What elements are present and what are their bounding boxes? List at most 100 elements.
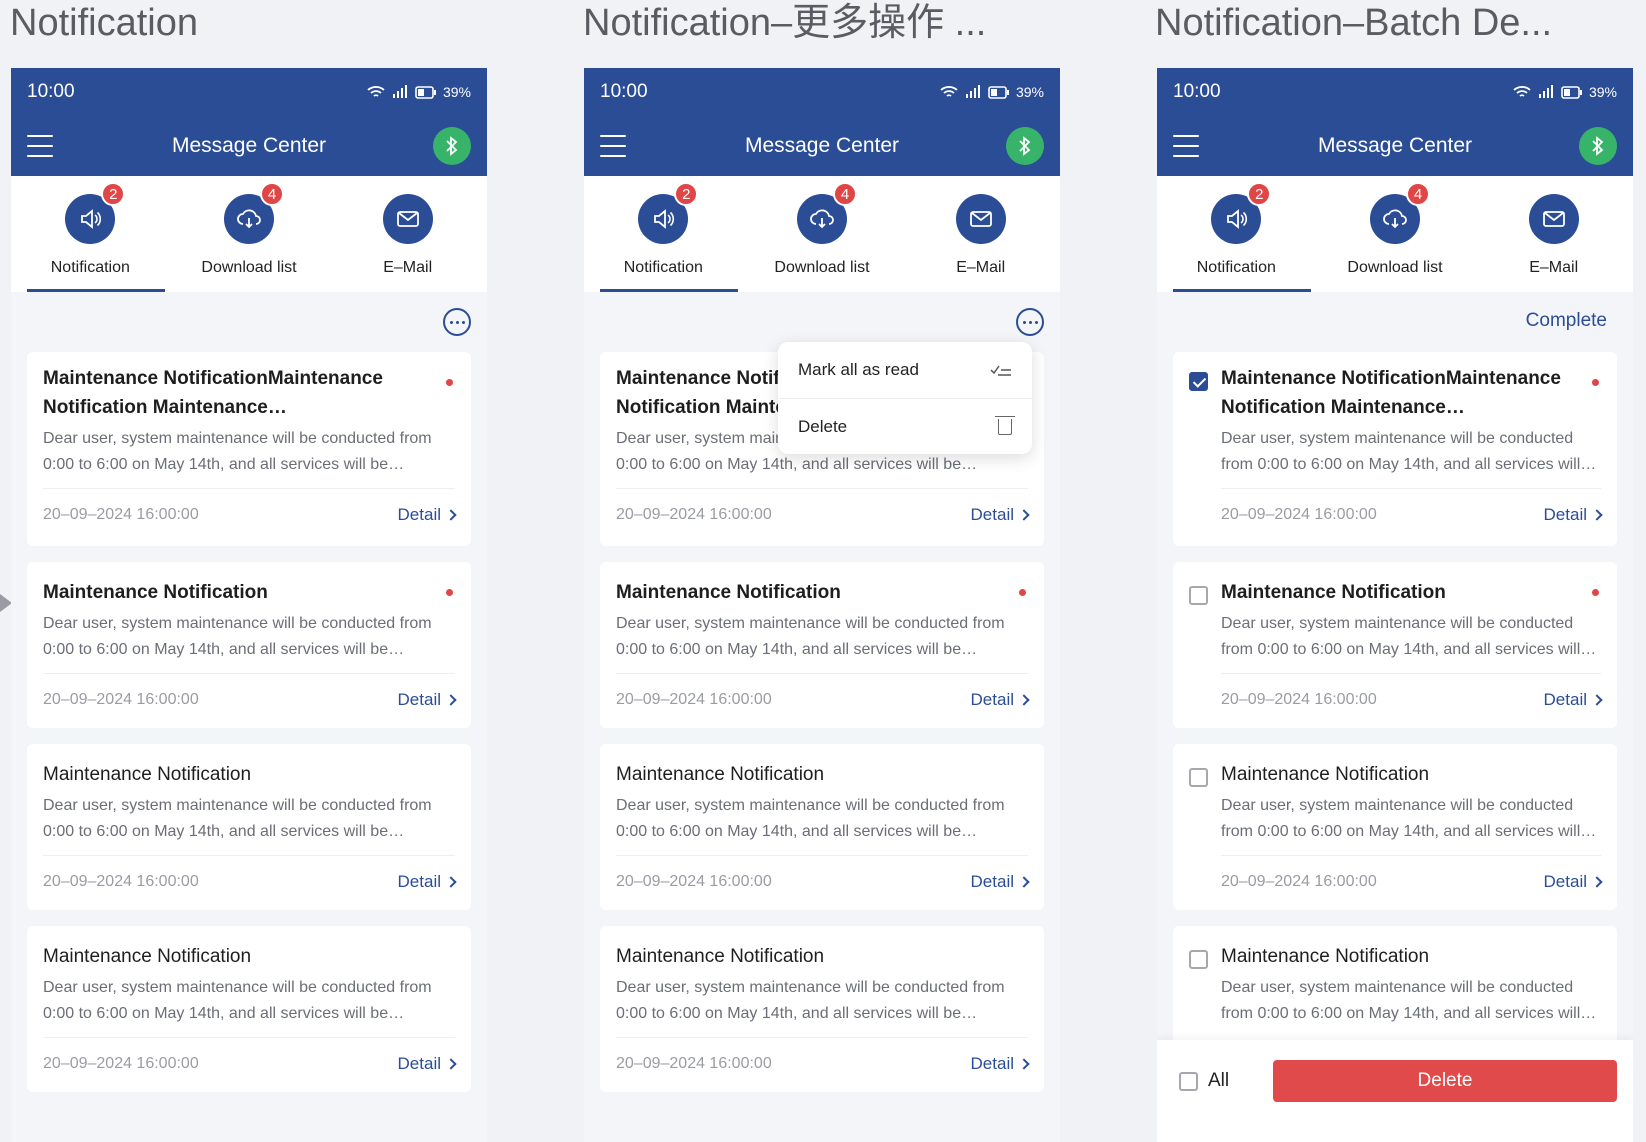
- detail-link[interactable]: Detail: [1543, 505, 1603, 525]
- card-time: 20–09–2024 16:00:00: [616, 691, 772, 708]
- status-time: 10:00: [600, 81, 648, 102]
- detail-link[interactable]: Detail: [971, 872, 1030, 892]
- chevron-right-icon: [445, 876, 457, 888]
- more-options-icon[interactable]: [1016, 308, 1044, 336]
- select-all[interactable]: All: [1179, 1070, 1229, 1092]
- page-title: Message Center: [171, 134, 327, 157]
- bluetooth-icon[interactable]: [1579, 127, 1617, 165]
- screen-label: Notification–更多操作 ...: [583, 2, 987, 44]
- download-badge: 4: [833, 182, 857, 206]
- select-checkbox[interactable]: [1189, 372, 1208, 391]
- select-checkbox[interactable]: [1189, 768, 1208, 787]
- detail-link[interactable]: Detail: [1544, 872, 1603, 892]
- tab-notification[interactable]: 2 Notification: [1157, 176, 1316, 292]
- card-time: 20–09–2024 16:00:00: [616, 873, 772, 890]
- battery-percent: 39%: [442, 84, 471, 100]
- hamburger-icon[interactable]: [1173, 135, 1199, 157]
- detail-link[interactable]: Detail: [397, 505, 457, 525]
- chevron-right-icon: [445, 1058, 457, 1070]
- cloud-download-icon: 4: [1370, 182, 1430, 244]
- status-bar: 10:00 39%: [584, 68, 1060, 116]
- card-body: Dear user, system maintenance will be co…: [1221, 615, 1581, 658]
- select-checkbox[interactable]: [1189, 950, 1208, 969]
- mail-icon: [382, 194, 433, 244]
- tab-email[interactable]: E–Mail: [1474, 176, 1633, 292]
- phone-screen-notification: 10:00 39% Message Center 2 Notification …: [11, 68, 487, 1142]
- tab-notification[interactable]: 2 Notification: [11, 176, 170, 292]
- card-footer: 20–09–2024 16:00:00 Detail: [43, 674, 457, 726]
- tab-bar: 2 Notification 4 Download list E–Mail: [11, 176, 487, 292]
- signal-icon: [965, 85, 980, 98]
- mark-all-read-item[interactable]: Mark all as read: [778, 342, 1032, 398]
- card-footer: 20–09–2024 16:00:00 Detail: [43, 489, 457, 541]
- tab-email[interactable]: E–Mail: [901, 176, 1060, 292]
- detail-link[interactable]: Detail: [398, 1054, 457, 1074]
- tab-download-list[interactable]: 4 Download list: [1316, 176, 1475, 292]
- page-title: Message Center: [1317, 134, 1473, 157]
- card-footer: 20–09–2024 16:00:00 Detail: [616, 489, 1030, 541]
- batch-action-bar: All Delete: [1157, 1040, 1633, 1142]
- chevron-right-icon: [1591, 876, 1603, 888]
- chevron-right-icon: [1018, 509, 1030, 521]
- notification-card[interactable]: Maintenance NotificationMaintenance Noti…: [27, 352, 471, 546]
- status-right: 39%: [940, 84, 1044, 100]
- more-options-icon[interactable]: [443, 308, 471, 336]
- list-toolbar: Complete: [1157, 292, 1633, 352]
- notification-card[interactable]: Maintenance Notification Dear user, syst…: [27, 744, 471, 910]
- notification-card[interactable]: Maintenance Notification Dear user, syst…: [27, 562, 471, 728]
- card-title: Maintenance Notification: [43, 582, 268, 603]
- card-title: Maintenance Notification: [616, 764, 825, 785]
- detail-label: Detail: [1543, 690, 1587, 709]
- chevron-right-icon: [1591, 694, 1603, 706]
- check-list-icon: [990, 365, 1011, 376]
- detail-link[interactable]: Detail: [1543, 690, 1603, 710]
- trash-icon: [995, 415, 1015, 435]
- notification-card[interactable]: Maintenance Notification Dear user, syst…: [1173, 562, 1617, 728]
- detail-label: Detail: [397, 505, 441, 524]
- notification-card[interactable]: Maintenance Notification Dear user, syst…: [600, 562, 1044, 728]
- notification-card[interactable]: Maintenance Notification Dear user, syst…: [27, 926, 471, 1092]
- notification-card[interactable]: Maintenance NotificationMaintenance Noti…: [1173, 352, 1617, 546]
- complete-button[interactable]: Complete: [1526, 310, 1607, 332]
- detail-label: Detail: [1543, 505, 1587, 524]
- status-bar: 10:00 39%: [1157, 68, 1633, 116]
- notification-card[interactable]: Maintenance Notification Dear user, syst…: [1173, 744, 1617, 910]
- hamburger-icon[interactable]: [600, 135, 626, 157]
- wifi-icon: [367, 86, 385, 97]
- delete-button[interactable]: Delete: [1273, 1060, 1617, 1102]
- tab-download-list[interactable]: 4 Download list: [170, 176, 329, 292]
- notification-card[interactable]: Maintenance Notification Dear user, syst…: [600, 744, 1044, 910]
- tab-download-list[interactable]: 4 Download list: [743, 176, 902, 292]
- card-footer: 20–09–2024 16:00:00 Detail: [1221, 489, 1603, 541]
- bluetooth-icon[interactable]: [1006, 127, 1044, 165]
- chevron-right-icon: [1018, 876, 1030, 888]
- notification-card[interactable]: Maintenance Notification Dear user, syst…: [600, 926, 1044, 1092]
- card-body: Dear user, system maintenance will be co…: [616, 615, 1005, 658]
- hamburger-icon[interactable]: [27, 135, 53, 157]
- detail-label: Detail: [970, 690, 1014, 709]
- list-toolbar: [11, 292, 487, 352]
- delete-item[interactable]: Delete: [778, 398, 1032, 454]
- battery-percent: 39%: [1015, 84, 1044, 100]
- detail-link[interactable]: Detail: [398, 872, 457, 892]
- select-checkbox[interactable]: [1189, 586, 1208, 605]
- card-footer: 20–09–2024 16:00:00 Detail: [43, 856, 457, 908]
- tab-email[interactable]: E–Mail: [328, 176, 487, 292]
- card-footer: 20–09–2024 16:00:00 Detail: [616, 856, 1030, 908]
- page-title: Message Center: [744, 134, 900, 157]
- select-all-label: All: [1208, 1070, 1230, 1091]
- speaker-icon: 2: [65, 182, 126, 244]
- detail-link[interactable]: Detail: [970, 690, 1030, 710]
- phone-screen-more-actions: 10:00 39% Message Center 2 Notification …: [584, 68, 1060, 1142]
- detail-link[interactable]: Detail: [971, 505, 1030, 525]
- detail-link[interactable]: Detail: [398, 690, 457, 710]
- card-footer: 20–09–2024 16:00:00 Detail: [1221, 674, 1603, 726]
- card-footer: 20–09–2024 16:00:00 Detail: [43, 1038, 457, 1090]
- tab-notification[interactable]: 2 Notification: [584, 176, 743, 292]
- detail-link[interactable]: Detail: [971, 1054, 1030, 1074]
- card-body: Dear user, system maintenance will be co…: [43, 430, 432, 473]
- select-all-checkbox[interactable]: [1179, 1071, 1198, 1091]
- bluetooth-icon[interactable]: [433, 127, 471, 165]
- card-title: Maintenance Notification: [1221, 764, 1430, 785]
- card-time: 20–09–2024 16:00:00: [43, 506, 199, 523]
